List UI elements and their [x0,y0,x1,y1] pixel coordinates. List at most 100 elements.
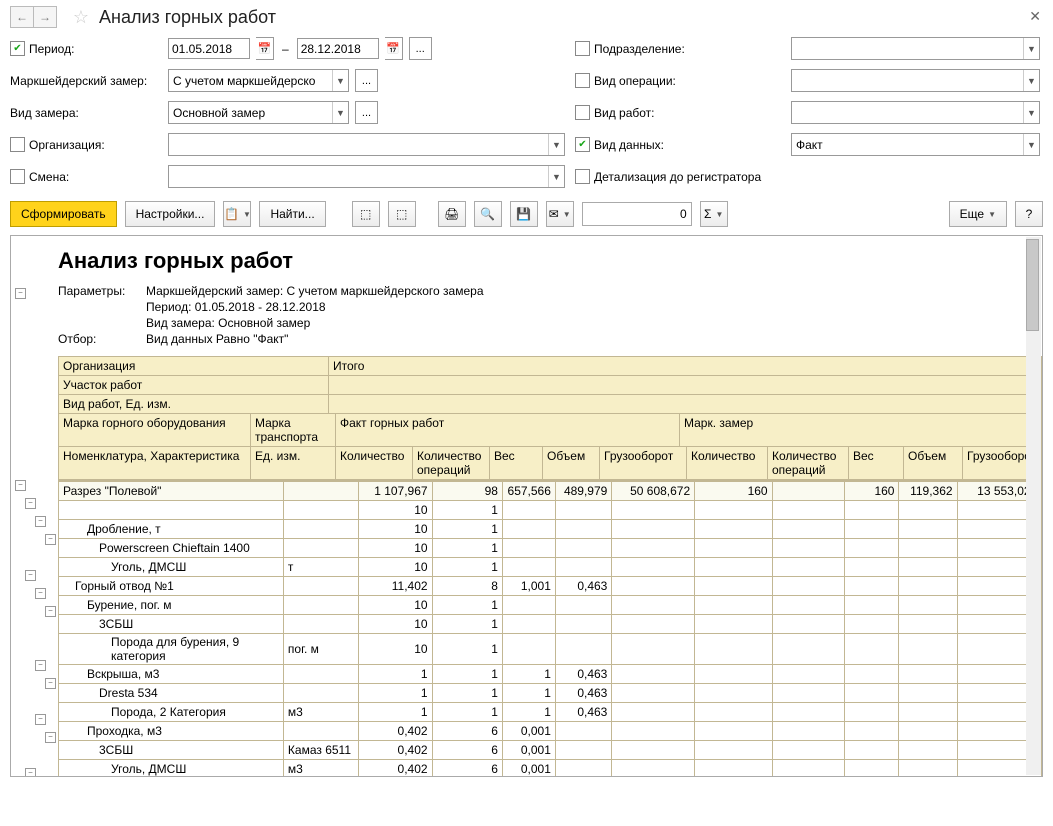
chevron-down-icon[interactable]: ▼ [1023,102,1039,123]
cell-value [844,665,899,684]
operation-checkbox[interactable] [575,73,590,88]
tree-toggle[interactable]: − [45,606,56,617]
row-name: Уголь, ДМСШ [59,558,284,577]
cell-value [844,684,899,703]
organization-checkbox[interactable] [10,137,25,152]
period-checkbox[interactable]: ✔ [10,41,25,56]
tree-toggle[interactable]: − [35,588,46,599]
cell-value: 1,001 [502,577,555,596]
paste-button[interactable]: 📋▼ [223,201,251,227]
cell-value [695,722,772,741]
cell-value [555,539,611,558]
cell-value: 160 [844,482,899,501]
detail-checkbox[interactable] [575,169,590,184]
page-title: Анализ горных работ [99,7,276,28]
tree-toggle[interactable]: − [15,288,26,299]
data-type-select[interactable] [792,135,1023,154]
period-to-input[interactable] [297,38,379,59]
chevron-down-icon[interactable]: ▼ [1023,70,1039,91]
chevron-down-icon[interactable]: ▼ [1023,38,1039,59]
print-button[interactable]: 🖨 [438,201,466,227]
tree-toggle[interactable]: − [35,714,46,725]
number-input[interactable] [582,202,692,226]
calendar-icon[interactable]: 📅 [385,37,403,60]
settings-button[interactable]: Настройки... [125,201,216,227]
operation-select[interactable] [792,71,1023,90]
cell-value: 1 [358,665,432,684]
scrollbar-vertical[interactable] [1026,237,1041,775]
division-label: Подразделение: [594,42,685,56]
favorite-icon[interactable]: ☆ [71,7,91,27]
cell-value: 1 [432,539,502,558]
measure-type-label: Вид замера: [10,106,79,120]
cell-value: 0,001 [502,722,555,741]
shift-select[interactable] [169,167,548,186]
calendar-icon[interactable]: 📅 [256,37,274,60]
table-row: Вскрыша, м31110,463 [59,665,1042,684]
tree-toggle[interactable]: − [25,498,36,509]
tree-toggle[interactable]: − [25,570,36,581]
close-icon[interactable]: ✕ [1029,8,1041,25]
cell-value [555,760,611,778]
chevron-down-icon[interactable]: ▼ [548,166,564,187]
row-unit [283,665,358,684]
organization-label: Организация: [29,138,105,152]
nav-back-button[interactable]: ← [10,6,34,28]
cell-value [502,520,555,539]
cell-value [772,665,844,684]
cell-value: 10 [358,596,432,615]
cell-value [612,615,695,634]
chevron-down-icon[interactable]: ▼ [332,70,348,91]
cell-value [844,539,899,558]
division-select[interactable] [792,39,1023,58]
nav-forward-button[interactable]: → [33,6,57,28]
preview-button[interactable]: 🔍 [474,201,502,227]
cell-value: 10 [358,539,432,558]
cell-value [695,703,772,722]
work-type-checkbox[interactable] [575,105,590,120]
sigma-button[interactable]: Σ▼ [700,201,728,227]
cell-value: 10 [358,558,432,577]
division-checkbox[interactable] [575,41,590,56]
tree-toggle[interactable]: − [45,534,56,545]
measure-type-select[interactable] [169,103,332,122]
cell-value [612,577,695,596]
report-header: ОрганизацияИтого Участок работ Вид работ… [58,356,1042,481]
tree-toggle[interactable]: − [45,732,56,743]
chevron-down-icon[interactable]: ▼ [548,134,564,155]
surveyor-more-button[interactable]: ... [355,69,378,92]
organization-select[interactable] [169,135,548,154]
tree-toggle[interactable]: − [35,516,46,527]
work-type-select[interactable] [792,103,1023,122]
shift-checkbox[interactable] [10,169,25,184]
more-button[interactable]: Еще ▼ [949,201,1007,227]
row-unit: пог. м [283,634,358,665]
data-type-checkbox[interactable]: ✔ [575,137,590,152]
cell-value [695,615,772,634]
row-name: Вскрыша, м3 [59,665,284,684]
period-from-input[interactable] [168,38,250,59]
expand-button[interactable]: ⬚ [352,201,380,227]
collapse-button[interactable]: ⬚ [388,201,416,227]
row-name: Powerscreen Chieftain 1400 [59,539,284,558]
period-more-button[interactable]: ... [409,37,432,60]
email-button[interactable]: ✉▼ [546,201,574,227]
measure-type-more-button[interactable]: ... [355,101,378,124]
cell-value: 0,402 [358,760,432,778]
cell-value [772,684,844,703]
tree-toggle[interactable]: − [45,678,56,689]
cell-value [899,577,957,596]
tree-toggle[interactable]: − [25,768,36,778]
table-row: 3СБШ101 [59,615,1042,634]
help-button[interactable]: ? [1015,201,1043,227]
row-unit [283,577,358,596]
chevron-down-icon[interactable]: ▼ [332,102,348,123]
tree-toggle[interactable]: − [15,480,26,491]
find-button[interactable]: Найти... [259,201,325,227]
save-button[interactable]: 💾 [510,201,538,227]
surveyor-select[interactable] [169,71,332,90]
generate-button[interactable]: Сформировать [10,201,117,227]
tree-toggle[interactable]: − [35,660,46,671]
cell-value: 160 [695,482,772,501]
chevron-down-icon[interactable]: ▼ [1023,134,1039,155]
